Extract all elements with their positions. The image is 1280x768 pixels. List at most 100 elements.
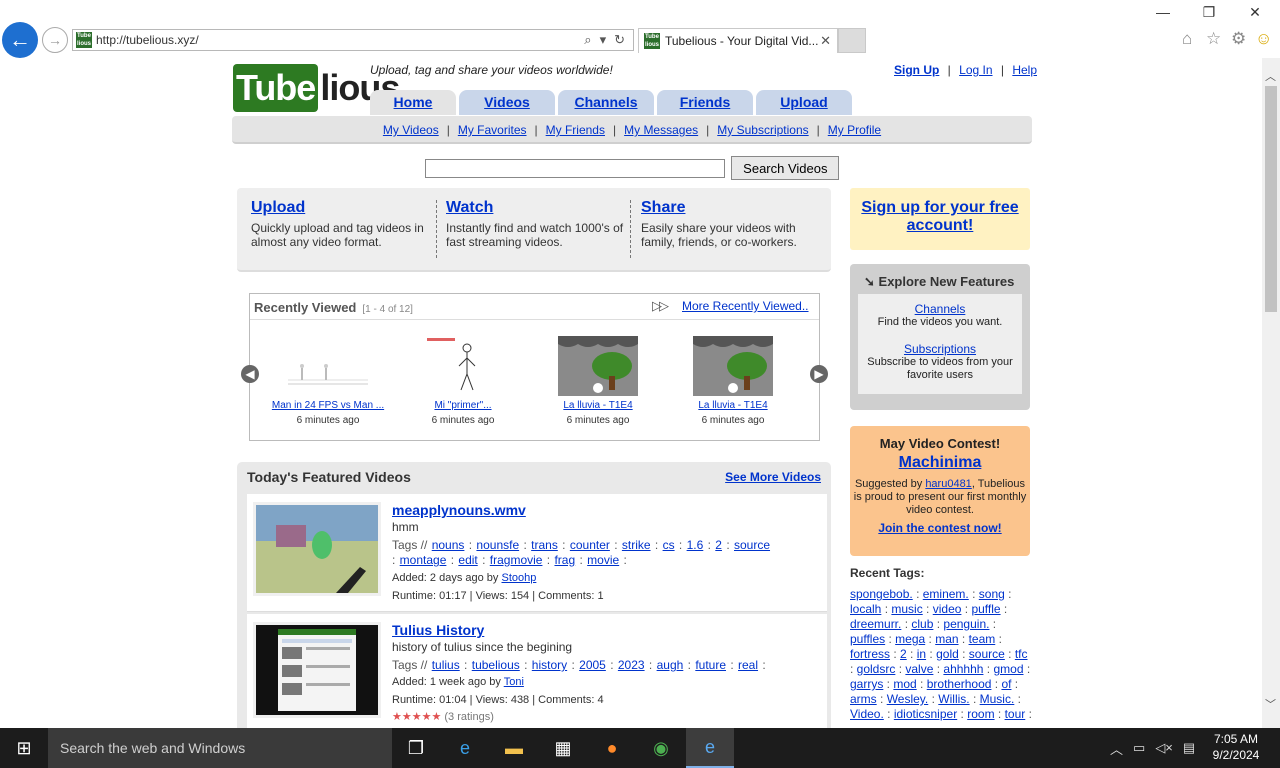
recent-tag-link[interactable]: arms [850, 692, 877, 706]
recent-item-caption[interactable]: La lluvia - T1E4 [668, 400, 798, 411]
scrollbar-thumb[interactable] [1265, 86, 1277, 312]
restore-icon[interactable]: ❐ [1194, 4, 1224, 21]
contest-name-link[interactable]: Machinima [899, 454, 982, 472]
recent-tag-link[interactable]: mega [895, 632, 925, 646]
close-window-icon[interactable]: ✕ [1240, 4, 1270, 21]
volume-muted-icon[interactable]: ◁× [1155, 740, 1173, 756]
subnav-my-profile[interactable]: My Profile [828, 123, 881, 137]
video-title-link[interactable]: meapplynouns.wmv [392, 502, 526, 518]
recent-tag-link[interactable]: 2 [900, 647, 907, 661]
recent-item-caption[interactable]: La lluvia - T1E4 [533, 400, 663, 411]
intro-upload-link[interactable]: Upload [251, 199, 305, 216]
tag-link[interactable]: future [695, 658, 726, 672]
recent-tag-link[interactable]: brotherhood [927, 677, 992, 691]
settings-gear-icon[interactable]: ⚙ [1231, 29, 1246, 49]
tag-link[interactable]: source [734, 538, 770, 552]
recent-tag-link[interactable]: puffles [850, 632, 885, 646]
tab-channels-label[interactable]: Channels [574, 94, 637, 110]
tab-upload-label[interactable]: Upload [780, 94, 827, 110]
video-thumbnail[interactable] [693, 336, 773, 396]
login-link[interactable]: Log In [959, 63, 992, 77]
back-button[interactable]: ← [2, 22, 38, 58]
tag-link[interactable]: counter [570, 538, 610, 552]
tab-upload[interactable]: Upload [756, 90, 852, 115]
network-icon[interactable]: ▭ [1133, 740, 1145, 756]
tab-videos[interactable]: Videos [459, 90, 555, 115]
subnav-my-messages[interactable]: My Messages [624, 123, 698, 137]
taskbar-search-input[interactable]: Search the web and Windows [48, 728, 392, 768]
recent-tag-link[interactable]: dreemurr. [850, 617, 901, 631]
tag-link[interactable]: tubelious [472, 658, 520, 672]
recent-tag-link[interactable]: spongebob. [850, 587, 913, 601]
tag-link[interactable]: movie [587, 553, 619, 567]
subnav-my-friends[interactable]: My Friends [546, 123, 605, 137]
tag-link[interactable]: trans [531, 538, 558, 552]
recent-tag-link[interactable]: video [933, 602, 962, 616]
recent-tag-link[interactable]: mod [893, 677, 916, 691]
tag-link[interactable]: history [532, 658, 567, 672]
feature-subscriptions-link[interactable]: Subscriptions [904, 342, 976, 356]
favorites-star-icon[interactable]: ☆ [1206, 29, 1221, 49]
search-input[interactable] [425, 158, 725, 178]
recent-tag-link[interactable]: penguin. [943, 617, 989, 631]
tag-link[interactable]: edit [458, 553, 477, 567]
tag-link[interactable]: nounsfe [476, 538, 519, 552]
see-more-videos-link[interactable]: See More Videos [725, 470, 821, 484]
recent-tag-link[interactable]: gmod [993, 662, 1023, 676]
intro-share-link[interactable]: Share [641, 199, 685, 216]
search-icon[interactable]: ⌕ [584, 32, 591, 48]
recent-tag-link[interactable]: room [967, 707, 994, 721]
tab-videos-label[interactable]: Videos [484, 94, 530, 110]
windows-start-icon[interactable]: ⊞ [0, 728, 48, 768]
author-link[interactable]: Stoohp [501, 572, 536, 584]
tag-link[interactable]: augh [657, 658, 684, 672]
recent-tag-link[interactable]: fortress [850, 647, 890, 661]
recent-tag-link[interactable]: of [1001, 677, 1011, 691]
recent-tag-link[interactable]: tfc [1015, 647, 1028, 661]
recent-tag-link[interactable]: Willis. [938, 692, 969, 706]
recent-tag-link[interactable]: localh [850, 602, 881, 616]
tag-link[interactable]: cs [663, 538, 675, 552]
tag-link[interactable]: 2005 [579, 658, 606, 672]
dropdown-icon[interactable]: ▾ [600, 32, 607, 48]
video-thumbnail[interactable] [423, 336, 503, 396]
intro-watch-link[interactable]: Watch [446, 199, 493, 216]
recent-item-caption[interactable]: Man in 24 FPS vs Man ... [263, 400, 393, 411]
join-contest-link[interactable]: Join the contest now! [878, 521, 1001, 535]
new-tab-button[interactable] [838, 28, 866, 53]
contest-user-link[interactable]: haru0481 [925, 478, 972, 490]
recent-item[interactable]: La lluvia - T1E4 6 minutes ago [668, 336, 798, 426]
task-view-icon[interactable]: ❐ [392, 728, 440, 768]
recent-tag-link[interactable]: garrys [850, 677, 883, 691]
recent-tag-link[interactable]: source [969, 647, 1005, 661]
minimize-icon[interactable]: — [1148, 4, 1178, 20]
smiley-feedback-icon[interactable]: ☺ [1255, 29, 1272, 49]
tag-link[interactable]: fragmovie [490, 553, 543, 567]
chrome-icon[interactable]: ◉ [637, 728, 685, 768]
video-thumbnail[interactable] [253, 622, 381, 718]
tab-home-label[interactable]: Home [394, 94, 433, 110]
tag-link[interactable]: frag [554, 553, 575, 567]
address-bar[interactable]: Tube lious http://tubelious.xyz/ ⌕ ▾ ↻ [72, 29, 634, 51]
recent-tag-link[interactable]: puffle [971, 602, 1000, 616]
store-icon[interactable]: ▦ [539, 728, 587, 768]
recent-item-caption[interactable]: Mi "primer"... [398, 400, 528, 411]
tag-link[interactable]: 2 [715, 538, 722, 552]
recent-tag-link[interactable]: song [979, 587, 1005, 601]
recent-tag-link[interactable]: club [911, 617, 933, 631]
tag-link[interactable]: tulius [432, 658, 460, 672]
recent-tag-link[interactable]: in [917, 647, 926, 661]
video-title-link[interactable]: Tulius History [392, 622, 484, 638]
subnav-my-favorites[interactable]: My Favorites [458, 123, 527, 137]
site-logo[interactable]: Tube lious [233, 62, 400, 112]
carousel-next-icon[interactable]: ▶ [810, 365, 828, 383]
tag-link[interactable]: real [738, 658, 758, 672]
tab-close-icon[interactable]: ✕ [820, 33, 831, 49]
recent-tag-link[interactable]: team [969, 632, 996, 646]
notifications-icon[interactable]: ▤ [1183, 740, 1195, 756]
home-icon[interactable]: ⌂ [1182, 29, 1192, 49]
taskbar-clock[interactable]: 7:05 AM 9/2/2024 [1206, 731, 1266, 763]
subnav-my-subscriptions[interactable]: My Subscriptions [717, 123, 808, 137]
scroll-up-icon[interactable]: ︿ [1265, 68, 1276, 84]
author-link[interactable]: Toni [504, 676, 524, 688]
